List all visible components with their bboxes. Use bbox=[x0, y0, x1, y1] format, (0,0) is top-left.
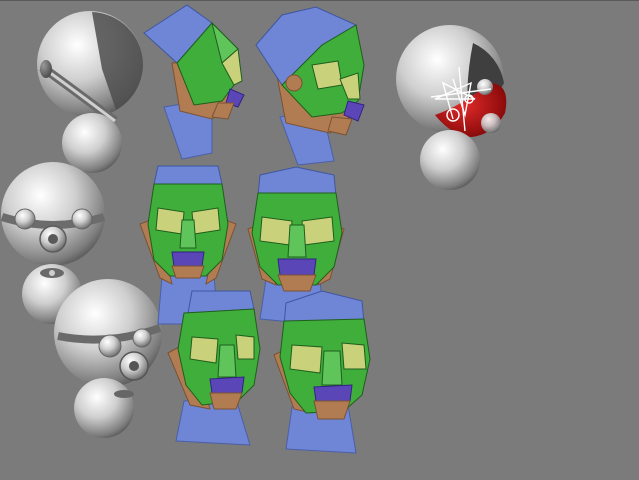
3d-viewport[interactable] bbox=[0, 0, 639, 480]
sphere-head-selected[interactable] bbox=[393, 23, 513, 193]
lowpoly-head-side-smooth[interactable] bbox=[252, 5, 372, 173]
lowpoly-head-three-quarter[interactable] bbox=[166, 289, 264, 449]
sphere-head-side-top[interactable] bbox=[30, 9, 150, 174]
lowpoly-head-side[interactable] bbox=[142, 3, 252, 163]
lowpoly-head-three-quarter-smooth[interactable] bbox=[272, 290, 372, 459]
